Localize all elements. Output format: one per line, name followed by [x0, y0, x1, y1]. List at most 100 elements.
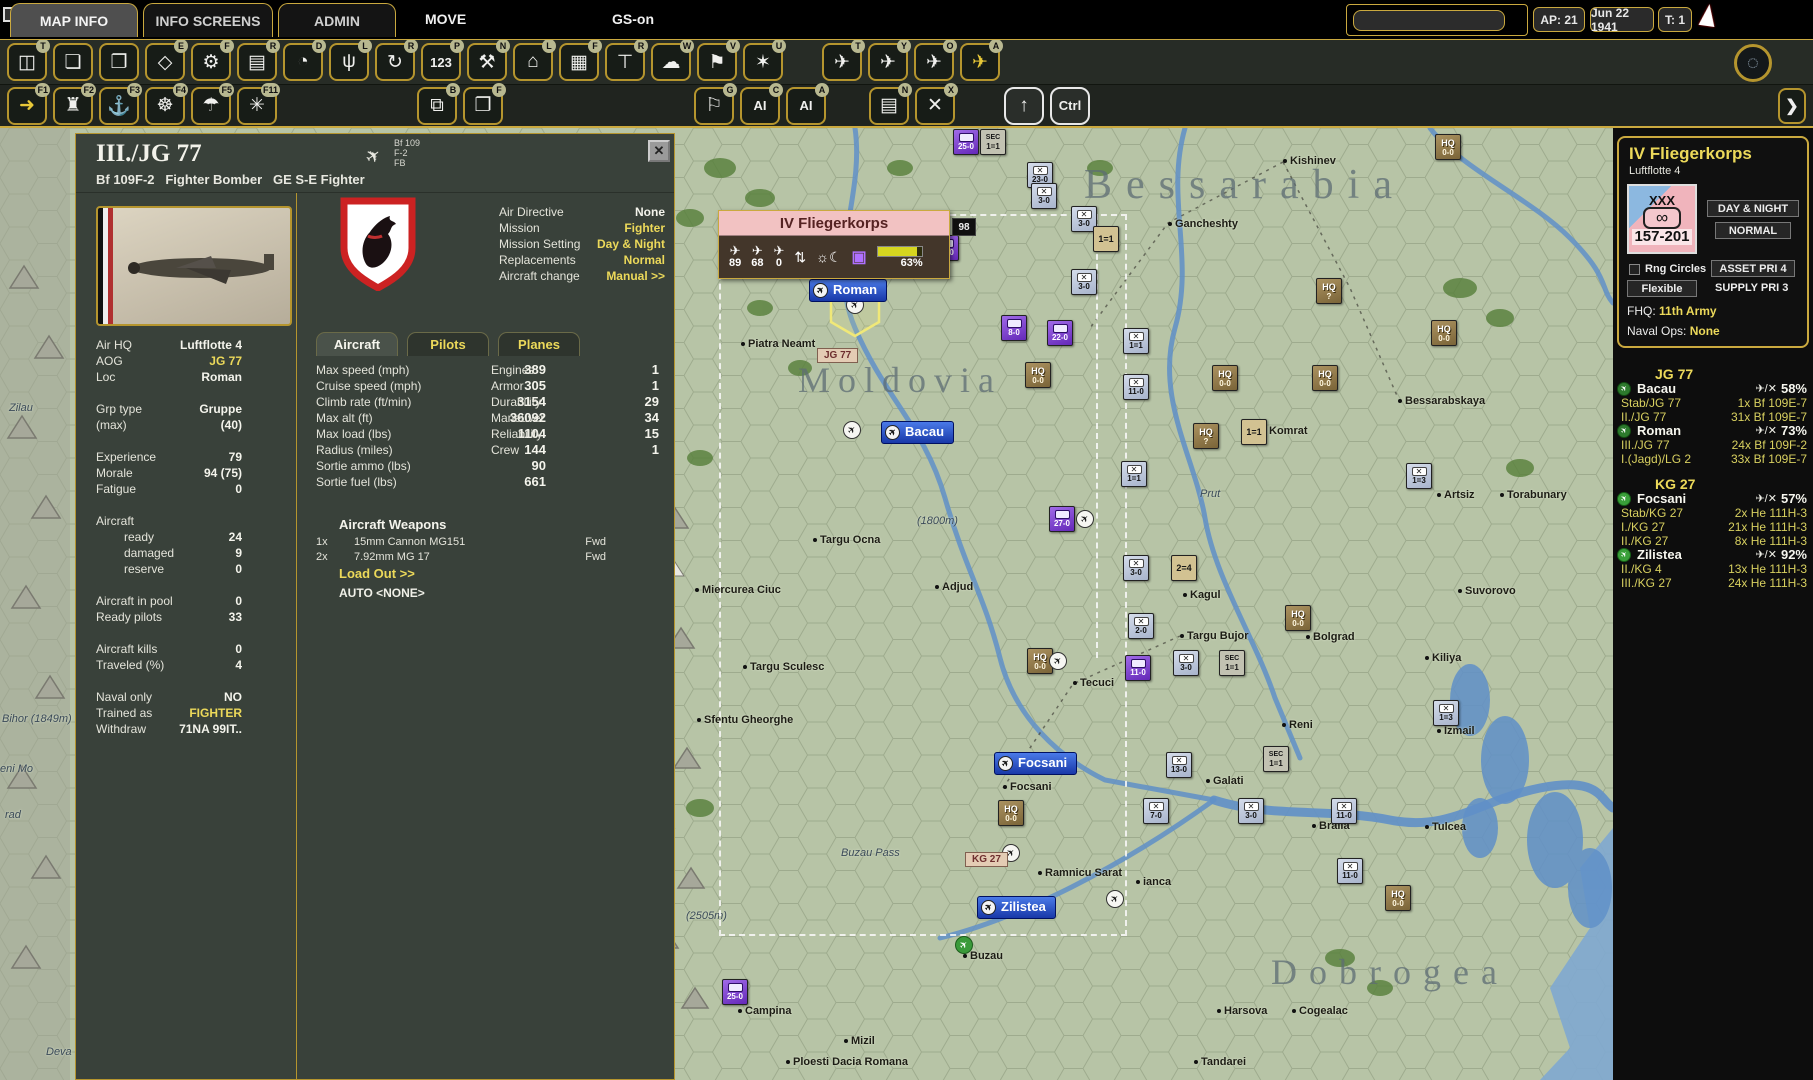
unit-counter-hq[interactable]: HQ?: [1316, 278, 1342, 304]
unit-counter-base[interactable]: ✕1=1: [1121, 461, 1147, 487]
partial-counter[interactable]: 98: [952, 218, 976, 236]
split-screen-button[interactable]: ❐F: [463, 87, 503, 125]
airbase-flag-roman[interactable]: ✈Roman: [809, 279, 887, 302]
naval-interdiction-button[interactable]: ✶U: [743, 43, 783, 81]
unit-counter-base[interactable]: ✕1=1: [1123, 328, 1149, 354]
victory-points-button[interactable]: ⚑V: [697, 43, 737, 81]
unit-values-button[interactable]: 123P: [421, 43, 461, 81]
logistics-delay-button[interactable]: ◔D: [283, 43, 323, 81]
airfield-marker[interactable]: ✈: [1106, 890, 1124, 908]
unit-counter-base[interactable]: ✕2-0: [1128, 613, 1154, 639]
auto-loadout-link[interactable]: AUTO <NONE>: [339, 586, 425, 600]
air-superiority-button[interactable]: ✈Y: [868, 43, 908, 81]
unit-counter-base[interactable]: ✕7-0: [1143, 798, 1169, 824]
tab-planes[interactable]: Planes: [498, 332, 580, 356]
refresh-units-button[interactable]: ↻R: [375, 43, 415, 81]
naval-transport-mode-button[interactable]: ⚓F3: [99, 87, 139, 125]
airfield-marker[interactable]: ✈: [843, 421, 861, 439]
city-ai-button[interactable]: AIC: [740, 87, 780, 125]
unit-counter-base[interactable]: ✕3-0: [1173, 650, 1199, 676]
loadout-link[interactable]: Load Out >>: [339, 566, 415, 581]
group-tag-kg27[interactable]: KG 27: [965, 852, 1008, 867]
tab-gs-on[interactable]: GS-on: [612, 11, 654, 27]
directive-value[interactable]: Normal: [624, 252, 665, 268]
airbase-flag-zilistea[interactable]: ✈Zilistea: [977, 896, 1056, 919]
air-ai-button[interactable]: AIA: [786, 87, 826, 125]
message-input[interactable]: [1353, 10, 1505, 31]
airbase-row[interactable]: ✈Bacau✈/✕58%: [1613, 382, 1813, 396]
unit-counter-hq[interactable]: HQ0-0: [1212, 365, 1238, 391]
group-tag-jg77[interactable]: JG 77: [817, 348, 858, 363]
airfield-marker[interactable]: ✈: [1049, 652, 1067, 670]
flexible-button[interactable]: Flexible: [1627, 280, 1697, 297]
tab-admin[interactable]: ADMIN: [278, 3, 396, 37]
tab-aircraft[interactable]: Aircraft: [316, 332, 398, 356]
level-up-button[interactable]: ↑: [1004, 87, 1044, 125]
airbase-flag-bacau[interactable]: ✈Bacau: [881, 421, 954, 444]
tab-info-screens[interactable]: INFO SCREENS: [143, 3, 273, 37]
air-transport-mode-button[interactable]: ☂F5: [191, 87, 231, 125]
production-screen-button[interactable]: ▦F: [559, 43, 599, 81]
commanders-report-button[interactable]: ▤N: [869, 87, 909, 125]
unit-counter-hq[interactable]: HQ0-0: [1435, 134, 1461, 160]
airbase-row[interactable]: ✈Focsani✈/✕57%: [1613, 492, 1813, 506]
objectives-button[interactable]: ⚐G: [694, 87, 734, 125]
unit-counter-tan[interactable]: 1=1: [1093, 226, 1119, 252]
air-group-row[interactable]: II./KG 413x He 111H-3: [1613, 562, 1813, 576]
unit-counter-air[interactable]: 8-0: [1001, 315, 1027, 341]
unit-counter-sec[interactable]: SEC1=1: [1263, 746, 1289, 772]
air-doctrine-button[interactable]: ψL: [329, 43, 369, 81]
move-mode-button[interactable]: ➜F1: [7, 87, 47, 125]
tab-move[interactable]: MOVE: [425, 11, 466, 27]
fhq-value[interactable]: 11th Army: [1659, 304, 1717, 318]
air-group-row[interactable]: II./JG 7731x Bf 109E-7: [1613, 410, 1813, 424]
compass-button[interactable]: ◌: [1734, 44, 1772, 82]
group-header-kg27[interactable]: KG 27: [1613, 476, 1813, 492]
naval-ops-value[interactable]: None: [1690, 324, 1720, 338]
rail-move-mode-button[interactable]: ♜F2: [53, 87, 93, 125]
unit-counter-hq[interactable]: HQ?: [1193, 423, 1219, 449]
unit-counter-sec[interactable]: SEC1=1: [980, 129, 1006, 155]
weather-button[interactable]: ☁W: [651, 43, 691, 81]
unit-counter-air[interactable]: 11-0: [1125, 655, 1151, 681]
show-factories-button[interactable]: ⚙F: [191, 43, 231, 81]
air-group-row[interactable]: III./JG 7724x Bf 109F-2: [1613, 438, 1813, 452]
directive-value[interactable]: Manual >>: [606, 268, 665, 284]
close-button[interactable]: ✕: [648, 140, 670, 162]
air-group-row[interactable]: III./KG 2724x He 111H-3: [1613, 576, 1813, 590]
rng-circles-checkbox[interactable]: [1629, 264, 1640, 275]
unit-counter-air[interactable]: 25-0: [722, 979, 748, 1005]
air-recon-button[interactable]: ✈T: [822, 43, 862, 81]
unit-counter-base[interactable]: ✕3-0: [1071, 269, 1097, 295]
ctrl-key-button[interactable]: Ctrl: [1050, 87, 1090, 125]
amphibious-mode-button[interactable]: ☸F4: [145, 87, 185, 125]
unit-counter-base[interactable]: ✕11-0: [1331, 798, 1357, 824]
save-game-button[interactable]: ❏: [53, 43, 93, 81]
unit-counter-tan[interactable]: 1=1: [1241, 419, 1267, 445]
air-hq-counter[interactable]: XXX ∞ 157-201: [1627, 184, 1697, 254]
directive-value[interactable]: Day & Night: [597, 236, 665, 252]
unit-counter-tan[interactable]: 2=4: [1171, 555, 1197, 581]
combat-mode-button[interactable]: ✳F11: [237, 87, 277, 125]
show-equipment-button[interactable]: ◇E: [145, 43, 185, 81]
toggle-counters-button[interactable]: ◫T: [7, 43, 47, 81]
unit-counter-hq[interactable]: HQ0-0: [1025, 362, 1051, 388]
airfield-marker[interactable]: ✈: [1076, 510, 1094, 528]
air-group-row[interactable]: II./KG 278x He 111H-3: [1613, 534, 1813, 548]
unit-counter-hq[interactable]: HQ0-0: [1431, 320, 1457, 346]
show-signposts-button[interactable]: ⊤R: [605, 43, 645, 81]
unit-counter-base[interactable]: ✕13-0: [1166, 752, 1192, 778]
air-group-row[interactable]: Stab/KG 272x He 111H-3: [1613, 506, 1813, 520]
air-group-row[interactable]: I.(Jagd)/LG 233x Bf 109E-7: [1613, 452, 1813, 466]
air-group-row[interactable]: Stab/JG 771x Bf 109E-7: [1613, 396, 1813, 410]
unit-counter-sec[interactable]: SEC1=1: [1219, 650, 1245, 676]
air-hq-popup[interactable]: IV Fliegerkorps ✈89✈68✈0⇅☼☾▣63%: [718, 210, 950, 279]
scroll-right-button[interactable]: ❯: [1778, 88, 1806, 124]
jump-map-button[interactable]: ⧉B: [417, 87, 457, 125]
unit-counter-air[interactable]: 25-0: [953, 129, 979, 155]
unit-counter-base[interactable]: ✕3-0: [1238, 798, 1264, 824]
directive-value[interactable]: Fighter: [624, 220, 665, 236]
air-group-row[interactable]: I./KG 2721x He 111H-3: [1613, 520, 1813, 534]
unit-counter-base[interactable]: ✕1=3: [1433, 700, 1459, 726]
ground-support-button[interactable]: ✈O: [914, 43, 954, 81]
